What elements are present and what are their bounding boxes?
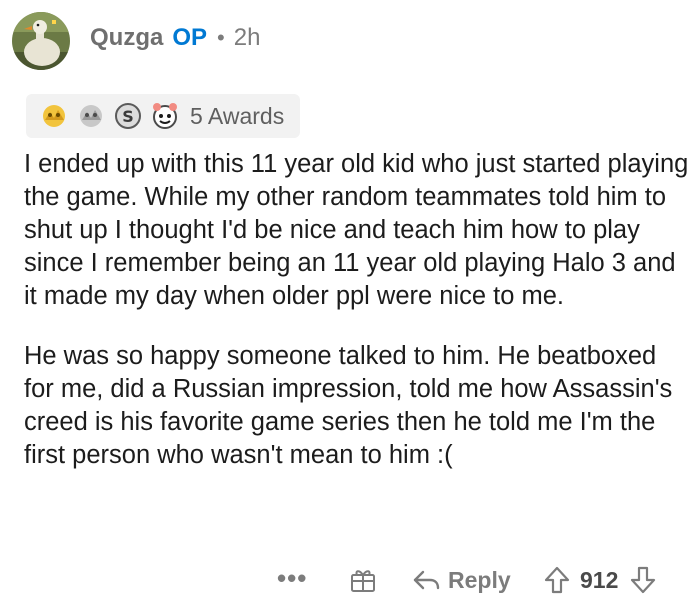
reply-label: Reply <box>448 566 511 593</box>
comment-paragraph: I ended up with this 11 year old kid who… <box>24 150 689 310</box>
comment-meta: Quzga OP • 2h <box>90 24 260 52</box>
timestamp[interactable]: 2h <box>234 24 261 52</box>
more-options-button[interactable]: ••• <box>277 560 307 596</box>
comment-actions: ••• Reply 912 <box>0 560 700 600</box>
avatar[interactable] <box>12 12 70 70</box>
svg-text:S: S <box>122 107 134 126</box>
awards-bar[interactable]: S 5 Awards <box>26 94 301 138</box>
reply-arrow-icon <box>413 570 440 590</box>
comment-paragraph: He was so happy someone talked to him. H… <box>24 342 673 469</box>
awards-count: 5 Awards <box>190 102 285 129</box>
gold-award-icon <box>43 105 65 127</box>
wholesome-award-icon <box>153 103 177 129</box>
vote-controls: 912 <box>544 560 656 600</box>
vote-score: 912 <box>580 566 619 593</box>
gift-award-icon[interactable] <box>349 566 377 594</box>
downvote-icon[interactable] <box>630 566 656 594</box>
silver-award-icon <box>80 105 102 127</box>
reply-button[interactable]: Reply <box>412 560 511 600</box>
comment-header: Quzga OP • 2h <box>12 10 260 72</box>
username-link[interactable]: Quzga <box>90 24 163 52</box>
meta-separator: • <box>217 25 225 50</box>
op-badge: OP <box>172 24 208 51</box>
s-badge-award-icon: S <box>115 103 141 129</box>
comment-body: I ended up with this 11 year old kid who… <box>24 148 690 472</box>
goose-avatar-icon <box>12 12 70 70</box>
upvote-icon[interactable] <box>544 566 570 594</box>
